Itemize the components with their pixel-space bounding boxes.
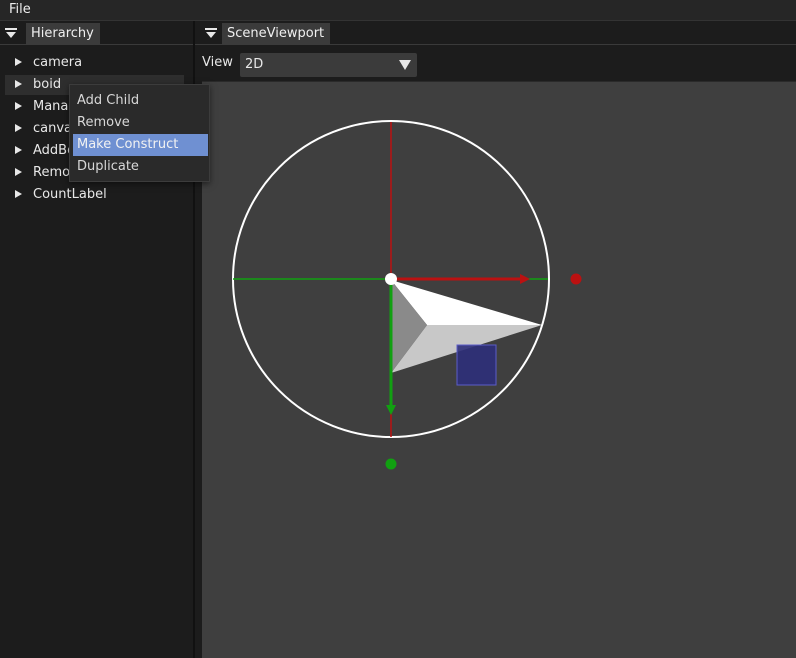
collapse-menu-icon[interactable] [4, 27, 18, 39]
tab-hierarchy[interactable]: Hierarchy [26, 23, 100, 45]
menu-bar: File [0, 0, 796, 21]
tree-item-label: Mana [33, 99, 69, 114]
tree-item-camera[interactable]: camera [5, 53, 184, 73]
expand-arrow-icon[interactable] [15, 124, 22, 132]
tree-item-label: boid [33, 77, 62, 92]
tree-item-countlabel[interactable]: CountLabel [5, 185, 184, 205]
expand-arrow-icon[interactable] [15, 190, 22, 198]
hierarchy-tabbar: Hierarchy [0, 21, 193, 45]
expand-arrow-icon[interactable] [15, 146, 22, 154]
scene-gizmo-drawing [232, 120, 582, 470]
tab-scene-viewport[interactable]: SceneViewport [222, 23, 331, 45]
view-label: View [202, 55, 233, 70]
y-scale-handle[interactable] [385, 458, 397, 470]
view-mode-value: 2D [245, 57, 264, 72]
tree-item-label: CountLabel [33, 187, 107, 202]
menu-item-remove[interactable]: Remove [73, 112, 208, 134]
tree-item-label: camera [33, 55, 83, 70]
x-scale-handle[interactable] [570, 273, 582, 285]
scene-canvas[interactable] [202, 81, 796, 658]
viewport-tabbar: SceneViewport [195, 21, 796, 45]
context-menu: Add Child Remove Make Construct Duplicat… [69, 84, 210, 182]
expand-arrow-icon[interactable] [15, 168, 22, 176]
expand-arrow-icon[interactable] [15, 102, 22, 110]
tree-item-label: Remo [33, 165, 71, 180]
menu-item-make-construct[interactable]: Make Construct [73, 134, 208, 156]
pivot-handle[interactable] [385, 273, 397, 285]
x-arrow-head-icon[interactable] [520, 274, 530, 284]
selection-box[interactable] [456, 344, 497, 386]
y-arrow-head-icon[interactable] [386, 405, 396, 415]
expand-arrow-icon[interactable] [15, 58, 22, 66]
menu-item-duplicate[interactable]: Duplicate [73, 156, 208, 178]
collapse-menu-icon[interactable] [204, 27, 218, 39]
view-mode-dropdown[interactable]: 2D [240, 53, 417, 77]
file-menu[interactable]: File [9, 2, 31, 17]
expand-arrow-icon[interactable] [15, 80, 22, 88]
scene-viewport-panel: SceneViewport View 2D [195, 21, 796, 658]
tree-item-label: canva [33, 121, 73, 136]
menu-item-add-child[interactable]: Add Child [73, 90, 208, 112]
chevron-down-icon [399, 60, 411, 70]
